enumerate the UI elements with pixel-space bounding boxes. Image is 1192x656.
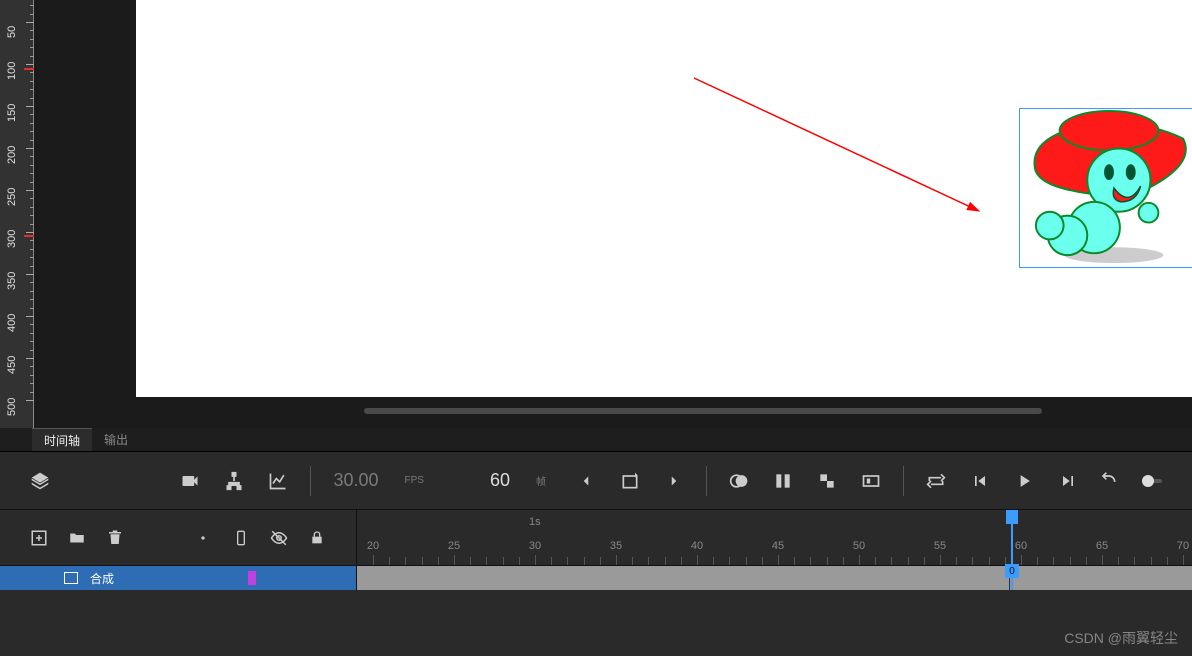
camera-icon[interactable]	[180, 471, 200, 491]
lock-icon[interactable]	[308, 529, 326, 547]
play-icon[interactable]	[1014, 471, 1034, 491]
prev-icon[interactable]	[576, 471, 596, 491]
zoom-slider[interactable]	[1142, 471, 1162, 491]
track-body[interactable]	[356, 566, 1192, 590]
time-tick-label: 55	[934, 540, 946, 552]
time-tick-label: 25	[448, 540, 460, 552]
insert-frame-icon[interactable]	[620, 471, 640, 491]
panel-tabs: 时间轴 输出	[0, 428, 1192, 452]
track-keyframe-indicator	[248, 571, 256, 585]
ruler-label: 350	[6, 272, 18, 290]
add-layer-icon[interactable]	[30, 529, 48, 547]
playhead-handle[interactable]	[1006, 510, 1018, 524]
selected-sprite[interactable]	[1019, 108, 1192, 268]
playhead[interactable]: 0	[1011, 510, 1013, 600]
next-icon[interactable]	[664, 471, 684, 491]
time-tick-label: 70	[1177, 540, 1189, 552]
time-tick-label: 45	[772, 540, 784, 552]
ruler-label: 100	[6, 62, 18, 80]
undo-icon[interactable]	[1098, 471, 1118, 491]
time-tick-label: 65	[1096, 540, 1108, 552]
time-tick-label: 50	[853, 540, 865, 552]
track-type-icon	[64, 572, 78, 584]
vertical-ruler: 50 100 150 200 250 300 350 400 450 500	[0, 0, 34, 428]
time-tick-label: 35	[610, 540, 622, 552]
dot-icon[interactable]	[194, 529, 212, 547]
step-forward-icon[interactable]	[1058, 471, 1078, 491]
fps-value[interactable]: 30.00	[333, 470, 378, 491]
tab-timeline[interactable]: 时间轴	[32, 428, 92, 451]
track-name: 合成	[90, 570, 114, 587]
ruler-label: 50	[6, 26, 18, 38]
time-tick-label: 20	[367, 540, 379, 552]
playhead-frame: 0	[1005, 564, 1019, 578]
onion-skin-icon[interactable]	[729, 471, 749, 491]
canvas-viewport	[34, 0, 1192, 428]
watermark: CSDN @雨翼轻尘	[1064, 628, 1178, 648]
tab-output[interactable]: 输出	[92, 428, 140, 451]
ruler-label: 450	[6, 356, 18, 374]
hierarchy-icon[interactable]	[224, 471, 244, 491]
track-header[interactable]: 合成	[0, 566, 356, 590]
visibility-off-icon[interactable]	[270, 529, 288, 547]
device-icon[interactable]	[232, 529, 250, 547]
ruler-label: 250	[6, 188, 18, 206]
time-tick-label: 40	[691, 540, 703, 552]
frame-value[interactable]: 60	[490, 470, 510, 491]
markers-icon[interactable]	[817, 471, 837, 491]
trash-icon[interactable]	[106, 529, 124, 547]
ruler-label: 500	[6, 398, 18, 416]
tab-output-label: 输出	[104, 431, 128, 448]
layer-controls	[0, 510, 356, 566]
step-back-icon[interactable]	[970, 471, 990, 491]
fps-label: FPS	[405, 475, 424, 486]
tab-timeline-label: 时间轴	[44, 432, 80, 449]
timeline-empty-area	[0, 590, 1192, 656]
time-tick-label: 60	[1015, 540, 1027, 552]
fit-icon[interactable]	[861, 471, 881, 491]
layers-icon[interactable]	[30, 471, 50, 491]
horizontal-scrollbar[interactable]	[364, 408, 1042, 414]
ruler-label: 300	[6, 230, 18, 248]
edit-multiple-icon[interactable]	[773, 471, 793, 491]
ruler-label: 400	[6, 314, 18, 332]
graph-icon[interactable]	[268, 471, 288, 491]
frame-label: 帧	[536, 473, 546, 488]
second-marker: 1s	[529, 516, 541, 528]
ruler-label: 150	[6, 104, 18, 122]
folder-icon[interactable]	[68, 529, 86, 547]
ruler-label: 200	[6, 146, 18, 164]
time-ruler[interactable]: 1s 20 25 30 35 40 45 50 55 60 65 70	[356, 510, 1192, 566]
time-tick-label: 30	[529, 540, 541, 552]
loop-icon[interactable]	[926, 471, 946, 491]
timeline-toolbar: 30.00 FPS 60 帧	[0, 452, 1192, 510]
